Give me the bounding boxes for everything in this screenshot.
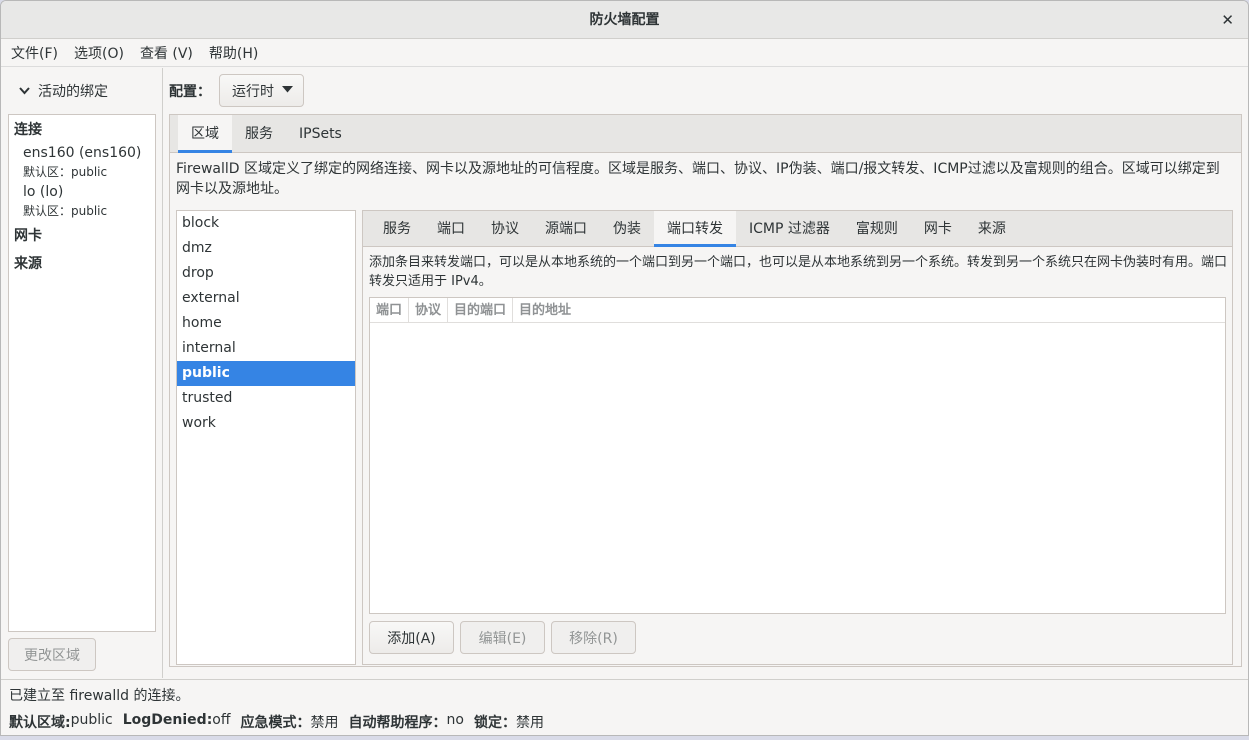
status-key-log-denied: LogDenied: (122, 712, 213, 728)
status-value-auto-helpers: no (446, 712, 464, 728)
zone-item-public[interactable]: public (177, 361, 355, 386)
column-header-protocol[interactable]: 协议 (409, 298, 449, 322)
binding-connection-ens160[interactable]: ens160 (ens160) 默认区：public (9, 143, 155, 182)
titlebar: 防火墙配置 ✕ (1, 1, 1248, 39)
add-button[interactable]: 添加(A) (369, 621, 454, 654)
config-row: 配置： 运行时 (169, 74, 304, 107)
bindings-header[interactable]: 活动的绑定 (1, 68, 162, 114)
status-key-auto-helpers: 自动帮助程序： (348, 715, 447, 731)
menu-help[interactable]: 帮助(H) (201, 43, 266, 63)
zone-description: FirewallD 区域定义了绑定的网络连接、网卡以及源地址的可信程度。区域是服… (176, 161, 1220, 197)
zone-item-work[interactable]: work (177, 411, 355, 436)
status-value-log-denied: off (212, 712, 231, 728)
main-notebook: 区域 服务 IPSets FirewallD 区域定义了绑定的网络连接、网卡以及… (169, 114, 1242, 667)
zone-item-home[interactable]: home (177, 311, 355, 336)
bindings-list: 连接 ens160 (ens160) 默认区：public lo (lo) 默认… (8, 114, 156, 632)
status-key-panic-mode: 应急模式： (240, 715, 311, 731)
zone-item-drop[interactable]: drop (177, 261, 355, 286)
change-zone-button[interactable]: 更改区域 (8, 638, 96, 671)
connection-status: 已建立至 firewalld 的连接。 (9, 688, 190, 704)
config-dropdown-value: 运行时 (232, 83, 274, 100)
tab-zone-protocols[interactable]: 协议 (478, 211, 532, 246)
bindings-interfaces-label[interactable]: 网卡 (9, 221, 155, 249)
tab-zone-rich-rules[interactable]: 富规则 (843, 211, 911, 246)
tab-ipsets[interactable]: IPSets (286, 115, 355, 152)
zone-item-block[interactable]: block (177, 211, 355, 236)
tab-zone-icmp-filter[interactable]: ICMP 过滤器 (736, 211, 843, 246)
port-forward-buttons: 添加(A) 编辑(E) 移除(R) (369, 621, 642, 654)
tab-zones[interactable]: 区域 (178, 115, 232, 153)
tab-zone-source-ports[interactable]: 源端口 (532, 211, 600, 246)
tab-zone-port-forwarding[interactable]: 端口转发 (654, 211, 736, 247)
menu-options[interactable]: 选项(O) (66, 43, 132, 63)
zone-list: block dmz drop external home internal pu… (176, 210, 356, 665)
edit-button[interactable]: 编辑(E) (460, 621, 545, 654)
port-forward-table[interactable]: 端口 协议 目的端口 目的地址 (369, 297, 1226, 614)
connection-zone: 默认区：public (23, 204, 108, 218)
menubar: 文件(F) 选项(O) 查看 (V) 帮助(H) (1, 39, 1248, 67)
statusbar: 已建立至 firewalld 的连接。 默认区域: public LogDeni… (1, 679, 1248, 735)
column-header-to-port[interactable]: 目的端口 (448, 298, 514, 322)
zone-item-trusted[interactable]: trusted (177, 386, 355, 411)
active-bindings-pane: 活动的绑定 连接 ens160 (ens160) 默认区：public lo (… (1, 68, 163, 678)
zone-item-internal[interactable]: internal (177, 336, 355, 361)
chevron-down-icon[interactable] (19, 85, 30, 98)
dropdown-arrow-icon (282, 85, 293, 96)
window-title: 防火墙配置 (589, 12, 660, 28)
tab-zone-sources[interactable]: 来源 (965, 211, 1019, 246)
status-value-lockdown: 禁用 (515, 715, 544, 731)
zone-item-external[interactable]: external (177, 286, 355, 311)
config-dropdown[interactable]: 运行时 (219, 74, 304, 107)
close-icon[interactable]: ✕ (1221, 1, 1234, 39)
config-label: 配置： (169, 83, 211, 100)
status-value-default-zone: public (70, 712, 113, 728)
status-key-lockdown: 锁定： (473, 715, 516, 731)
status-summary: 默认区域: public LogDenied: off 应急模式： 禁用 自动帮… (9, 712, 554, 732)
bindings-header-label: 活动的绑定 (38, 84, 108, 100)
binding-connection-lo[interactable]: lo (lo) 默认区：public (9, 182, 155, 221)
menu-file[interactable]: 文件(F) (3, 43, 66, 63)
connection-name: lo (lo) (23, 184, 64, 200)
tab-services[interactable]: 服务 (232, 115, 286, 152)
tab-zone-masquerade[interactable]: 伪装 (600, 211, 654, 246)
top-tabs: 区域 服务 IPSets (170, 115, 1241, 153)
bindings-connections-label[interactable]: 连接 (9, 115, 155, 143)
bindings-sources-label[interactable]: 来源 (9, 249, 155, 277)
firewall-config-window: 防火墙配置 ✕ 文件(F) 选项(O) 查看 (V) 帮助(H) 活动的绑定 连… (0, 0, 1249, 736)
status-key-default-zone: 默认区域: (9, 715, 71, 731)
config-pane: 配置： 运行时 区域 服务 IPSets FirewallD 区域定义了绑定的网… (163, 68, 1248, 678)
table-header: 端口 协议 目的端口 目的地址 (370, 298, 1225, 323)
remove-button[interactable]: 移除(R) (551, 621, 636, 654)
status-value-panic-mode: 禁用 (310, 715, 339, 731)
column-header-to-address[interactable]: 目的地址 (513, 298, 577, 322)
connection-name: ens160 (ens160) (23, 145, 142, 161)
zone-settings-notebook: 服务 端口 协议 源端口 伪装 端口转发 ICMP 过滤器 富规则 网卡 来源 … (362, 210, 1233, 665)
menu-view[interactable]: 查看 (V) (132, 43, 201, 63)
port-forward-description: 添加条目来转发端口，可以是从本地系统的一个端口到另一个端口，也可以是从本地系统到… (369, 255, 1228, 289)
tab-zone-interfaces[interactable]: 网卡 (911, 211, 965, 246)
tab-zone-ports[interactable]: 端口 (424, 211, 478, 246)
zone-settings-tabs: 服务 端口 协议 源端口 伪装 端口转发 ICMP 过滤器 富规则 网卡 来源 (363, 211, 1232, 247)
connection-zone: 默认区：public (23, 165, 108, 179)
column-header-port[interactable]: 端口 (370, 298, 410, 322)
tab-zone-services[interactable]: 服务 (370, 211, 424, 246)
zone-item-dmz[interactable]: dmz (177, 236, 355, 261)
